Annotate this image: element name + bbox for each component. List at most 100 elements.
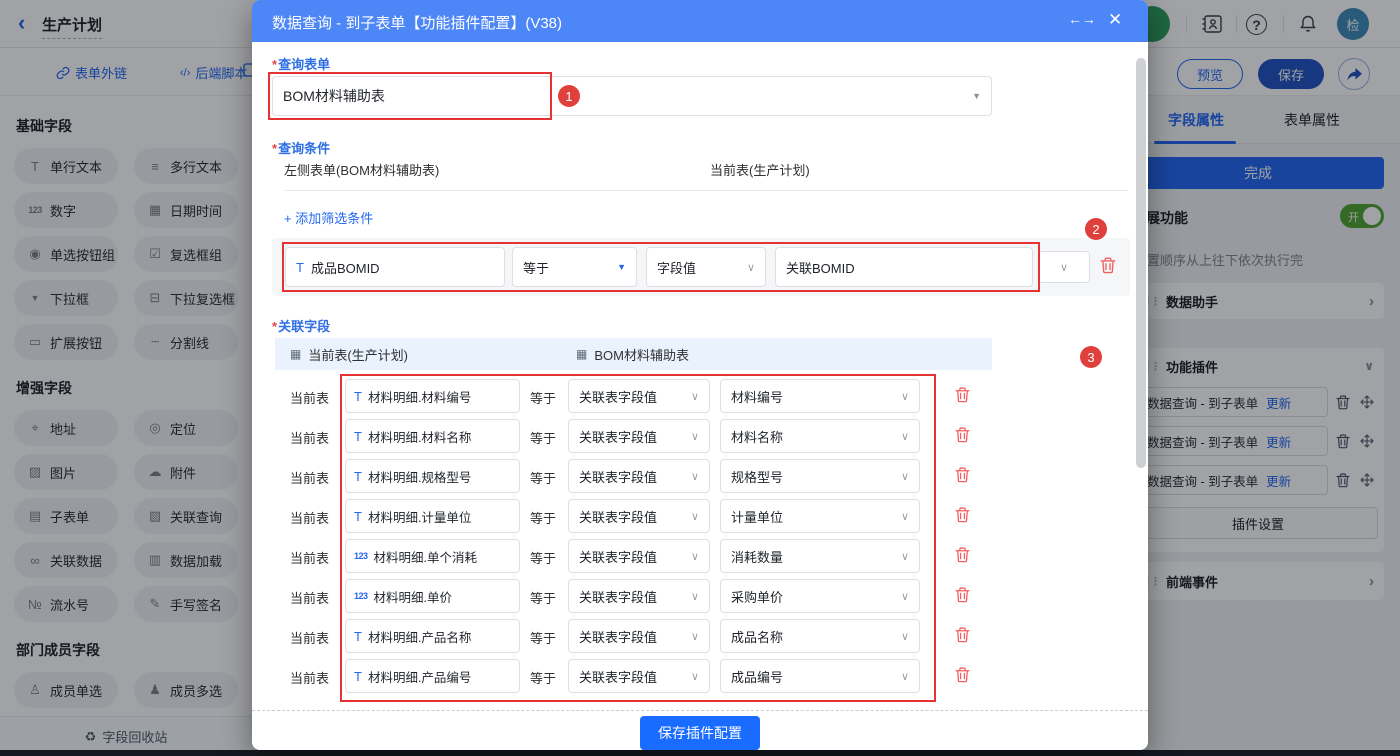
modal-scrollbar-thumb[interactable] <box>1136 58 1146 468</box>
filter-value-select[interactable]: 关联BOMID <box>775 247 1033 287</box>
save-plugin-config-button[interactable]: 保存插件配置 <box>640 716 760 750</box>
filter-extra-select[interactable]: ∨ <box>1038 251 1090 283</box>
mapping-row: 当前表 T 材料明细.计量单位 等于 关联表字段值 ∨ 计量单位 ∨ <box>252 496 1148 536</box>
add-filter-link[interactable]: + 添加筛选条件 <box>284 208 373 227</box>
trash-icon[interactable] <box>955 467 970 483</box>
annotation-badge-3: 3 <box>1080 346 1102 368</box>
source-field-input[interactable]: T 材料明细.规格型号 <box>345 459 520 493</box>
row-operator: 等于 <box>530 391 557 406</box>
query-form-label: *查询表单 <box>272 54 330 73</box>
current-form-name: 当前表(生产计划) <box>710 163 810 178</box>
target-field-value: 材料名称 <box>731 429 784 445</box>
header-query-form: BOM材料辅助表 <box>594 347 689 363</box>
trash-icon[interactable] <box>955 627 970 643</box>
trash-icon[interactable] <box>1100 257 1116 274</box>
filter-operator-select[interactable]: 等于 ▼ <box>512 247 637 287</box>
source-field-input[interactable]: T 材料明细.材料编号 <box>345 379 520 413</box>
row-prefix: 当前表 <box>290 551 330 566</box>
source-field-value: 材料明细.计量单位 <box>367 510 472 525</box>
target-field-select[interactable]: 消耗数量 ∨ <box>720 539 920 573</box>
target-field-select[interactable]: 规格型号 ∨ <box>720 459 920 493</box>
source-field-value: 材料明细.单个消耗 <box>373 550 478 565</box>
label-text: 查询表单 <box>278 57 331 72</box>
value-type-select[interactable]: 关联表字段值 ∨ <box>568 419 710 453</box>
target-field-select[interactable]: 材料名称 ∨ <box>720 419 920 453</box>
target-field-value: 成品名称 <box>731 629 784 645</box>
chevron-down-icon: ∨ <box>690 510 699 523</box>
value-type-select[interactable]: 关联表字段值 ∨ <box>568 459 710 493</box>
target-field-value: 材料编号 <box>731 389 784 405</box>
target-field-select[interactable]: 计量单位 ∨ <box>720 499 920 533</box>
trash-icon[interactable] <box>955 387 970 403</box>
row-operator: 等于 <box>530 631 557 646</box>
chevron-down-icon: ∨ <box>746 261 755 274</box>
row-prefix: 当前表 <box>290 471 330 486</box>
related-fields-label: *关联字段 <box>272 316 330 335</box>
footer-divider <box>252 710 1148 711</box>
value-type-select[interactable]: 关联表字段值 ∨ <box>568 659 710 693</box>
mapping-row: 当前表 T 材料明细.产品编号 等于 关联表字段值 ∨ 成品编号 ∨ <box>252 656 1148 696</box>
row-prefix: 当前表 <box>290 431 330 446</box>
filter-field-value: 成品BOMID <box>310 260 380 276</box>
source-field-input[interactable]: T 材料明细.产品编号 <box>345 659 520 693</box>
value-type: 关联表字段值 <box>579 629 658 645</box>
value-type-select[interactable]: 关联表字段值 ∨ <box>568 539 710 573</box>
filter-value-type-select[interactable]: 字段值 ∨ <box>646 247 766 287</box>
value-type: 关联表字段值 <box>579 429 658 445</box>
target-field-select[interactable]: 成品名称 ∨ <box>720 619 920 653</box>
label-text: 关联字段 <box>278 319 331 334</box>
chevron-down-icon: ∨ <box>1059 261 1069 274</box>
filter-value: 关联BOMID <box>786 260 855 276</box>
target-field-select[interactable]: 材料编号 ∨ <box>720 379 920 413</box>
annotation-badge-1: 1 <box>558 85 580 107</box>
target-field-value: 消耗数量 <box>731 549 784 565</box>
source-field-input[interactable]: T 材料明细.计量单位 <box>345 499 520 533</box>
chevron-down-icon: ∨ <box>690 390 699 403</box>
chevron-down-icon: ∨ <box>690 590 699 603</box>
value-type-select[interactable]: 关联表字段值 ∨ <box>568 579 710 613</box>
close-icon[interactable]: ✕ <box>1108 10 1122 30</box>
value-type: 关联表字段值 <box>579 669 658 685</box>
value-type-select[interactable]: 关联表字段值 ∨ <box>568 379 710 413</box>
table-icon: ▦ <box>576 347 588 361</box>
source-field-input[interactable]: 123 材料明细.单个消耗 <box>345 539 520 573</box>
target-field-select[interactable]: 成品编号 ∨ <box>720 659 920 693</box>
mapping-row: 当前表 T 材料明细.产品名称 等于 关联表字段值 ∨ 成品名称 ∨ <box>252 616 1148 656</box>
dropdown-arrow-icon: ▼ <box>972 91 981 101</box>
query-form-select[interactable]: BOM材料辅助表 ▼ <box>272 76 992 116</box>
trash-icon[interactable] <box>955 427 970 443</box>
filter-field-input[interactable]: T 成品BOMID <box>285 247 505 287</box>
mapping-row: 当前表 123 材料明细.单个消耗 等于 关联表字段值 ∨ 消耗数量 ∨ <box>252 536 1148 576</box>
value-type-select[interactable]: 关联表字段值 ∨ <box>568 619 710 653</box>
text-field-icon: T <box>354 668 362 684</box>
row-operator: 等于 <box>530 671 557 686</box>
row-prefix: 当前表 <box>290 631 330 646</box>
expand-icon[interactable]: ← → <box>1068 11 1096 27</box>
source-field-input[interactable]: T 材料明细.产品名称 <box>345 619 520 653</box>
number-field-icon: 123 <box>354 551 368 561</box>
target-field-select[interactable]: 采购单价 ∨ <box>720 579 920 613</box>
chevron-down-icon: ∨ <box>690 670 699 683</box>
trash-icon[interactable] <box>955 547 970 563</box>
row-operator: 等于 <box>530 471 557 486</box>
target-field-value: 采购单价 <box>731 589 784 605</box>
target-field-value: 计量单位 <box>731 509 784 525</box>
trash-icon[interactable] <box>955 667 970 683</box>
trash-icon[interactable] <box>955 587 970 603</box>
value-type-select[interactable]: 关联表字段值 ∨ <box>568 499 710 533</box>
row-operator: 等于 <box>530 431 557 446</box>
source-field-input[interactable]: 123 材料明细.单价 <box>345 579 520 613</box>
chevron-down-icon: ∨ <box>690 430 699 443</box>
dropdown-arrow-icon: ▼ <box>617 262 626 272</box>
required-asterisk: * <box>272 319 278 334</box>
text-field-icon: T <box>354 468 362 484</box>
row-operator: 等于 <box>530 551 557 566</box>
value-type: 关联表字段值 <box>579 589 658 605</box>
required-asterisk: * <box>272 141 278 156</box>
filter-operator-value: 等于 <box>523 260 550 276</box>
row-prefix: 当前表 <box>290 591 330 606</box>
trash-icon[interactable] <box>955 507 970 523</box>
source-field-input[interactable]: T 材料明细.材料名称 <box>345 419 520 453</box>
query-form-value: BOM材料辅助表 <box>283 88 385 104</box>
value-type: 关联表字段值 <box>579 549 658 565</box>
